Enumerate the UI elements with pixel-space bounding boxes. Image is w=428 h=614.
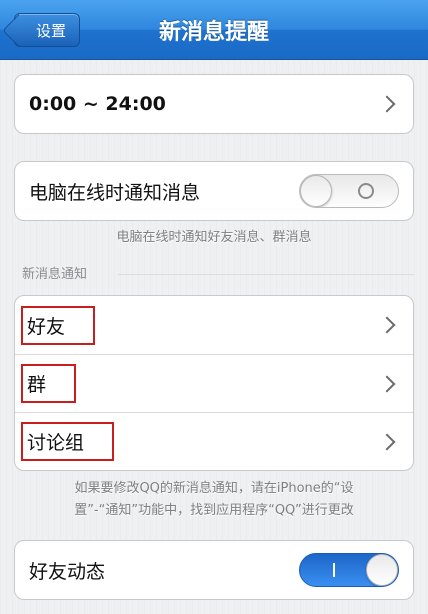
friend-feed-group: 好友动态 xyxy=(14,540,414,600)
time-range-label: 0:00 ~ 24:00 xyxy=(29,93,166,115)
chevron-right-icon xyxy=(378,433,396,450)
highlight-box: 讨论组 xyxy=(21,422,115,461)
toggle-knob xyxy=(366,554,398,586)
section-divider xyxy=(118,274,414,275)
time-range-group: 0:00 ~ 24:00 xyxy=(14,74,414,134)
list-item-label: 群 xyxy=(27,374,47,396)
pc-online-note: 电脑在线时通知好友消息、群消息 xyxy=(116,230,312,245)
pc-online-group: 电脑在线时通知消息 xyxy=(14,161,414,221)
pc-online-label: 电脑在线时通知消息 xyxy=(29,181,201,204)
list-item-label: 好友 xyxy=(27,315,66,338)
notifications-group: 好友 群 讨论组 xyxy=(14,295,414,471)
list-item-label: 讨论组 xyxy=(27,432,85,454)
list-item-friends[interactable]: 好友 xyxy=(15,296,413,354)
page-title: 新消息提醒 xyxy=(158,20,269,45)
highlight-box: 好友 xyxy=(21,305,96,345)
nav-bar: 设置 新消息提醒 xyxy=(0,0,428,60)
notifications-note: 如果要修改QQ的新消息通知，请在iPhone的“设 置”-“通知”功能中，找到应… xyxy=(24,478,404,522)
time-range-row[interactable]: 0:00 ~ 24:00 xyxy=(15,75,413,133)
pc-online-row: 电脑在线时通知消息 xyxy=(15,162,413,220)
highlight-box: 群 xyxy=(21,364,77,403)
friend-feed-label: 好友动态 xyxy=(29,560,106,583)
toggle-knob xyxy=(300,175,332,207)
chevron-right-icon xyxy=(378,95,396,113)
friend-feed-row: 好友动态 xyxy=(15,541,413,599)
pc-online-toggle[interactable] xyxy=(299,174,399,208)
list-item-groups[interactable]: 群 xyxy=(15,354,413,412)
notifications-note-line2: 置”-“通知”功能中，找到应用程序“QQ”进行更改 xyxy=(74,503,354,518)
section-label-new-messages: 新消息通知 xyxy=(22,267,88,282)
notifications-note-line1: 如果要修改QQ的新消息通知，请在iPhone的“设 xyxy=(74,481,354,496)
list-item-discussions[interactable]: 讨论组 xyxy=(15,412,413,470)
toggle-on-icon xyxy=(333,563,335,577)
friend-feed-toggle[interactable] xyxy=(299,553,399,587)
toggle-off-icon xyxy=(358,183,374,199)
chevron-right-icon xyxy=(378,316,396,334)
chevron-right-icon xyxy=(378,375,396,392)
